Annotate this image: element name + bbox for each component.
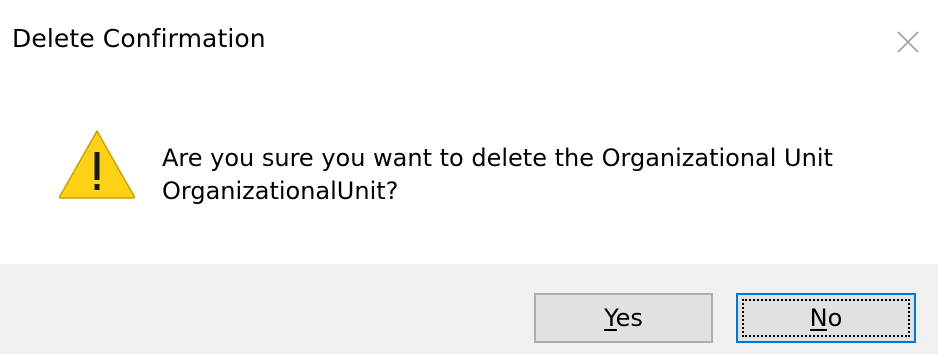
close-button[interactable] bbox=[878, 0, 938, 84]
warning-triangle-icon bbox=[58, 130, 136, 199]
no-button[interactable]: No bbox=[736, 293, 916, 343]
close-icon bbox=[897, 31, 919, 53]
no-label-text: No bbox=[809, 304, 843, 332]
mnemonic-underline bbox=[809, 329, 827, 331]
no-button-label: No bbox=[809, 304, 843, 332]
message-line-1: Are you sure you want to delete the Orga… bbox=[162, 144, 833, 172]
dialog-title: Delete Confirmation bbox=[12, 24, 266, 53]
delete-confirmation-dialog: Delete Confirmation Are you sure you wan… bbox=[0, 0, 938, 354]
confirmation-message: Are you sure you want to delete the Orga… bbox=[162, 142, 833, 208]
dialog-content: Are you sure you want to delete the Orga… bbox=[0, 84, 938, 264]
mnemonic-underline bbox=[604, 329, 618, 331]
button-bar: Yes No bbox=[0, 264, 938, 354]
yes-label-text: Yes bbox=[604, 304, 643, 332]
title-bar[interactable]: Delete Confirmation bbox=[0, 0, 938, 84]
yes-button-label: Yes bbox=[604, 304, 643, 332]
message-line-2: OrganizationalUnit? bbox=[162, 177, 399, 205]
yes-button[interactable]: Yes bbox=[534, 293, 713, 343]
